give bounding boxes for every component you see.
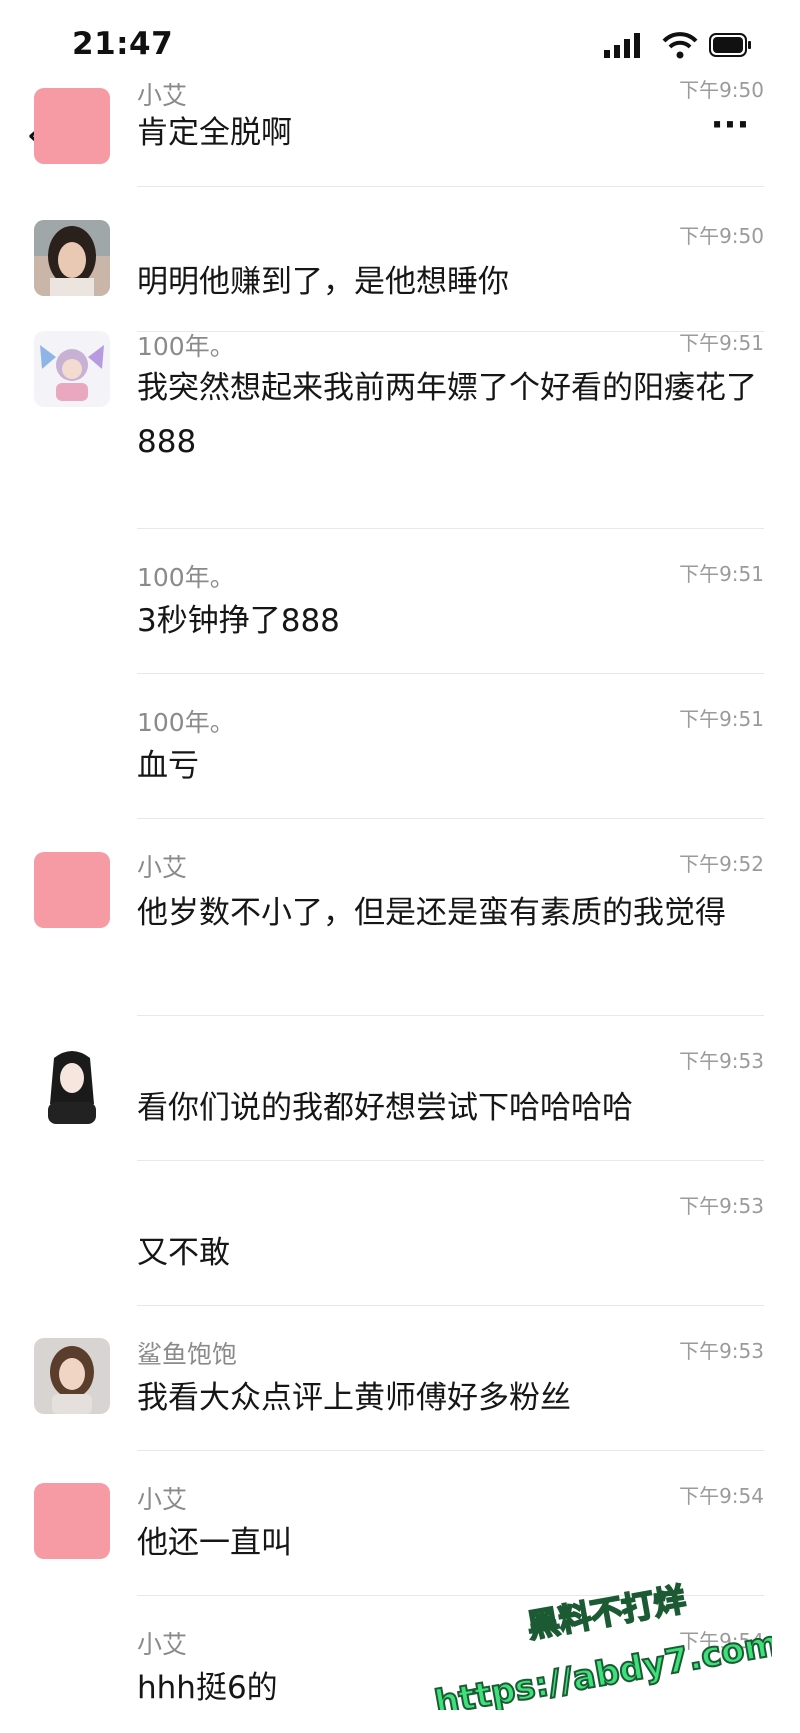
message-time: 下午9:53 <box>679 1049 764 1073</box>
message-text: 我突然想起来我前两年嫖了个好看的阳痿花了888 <box>137 370 757 460</box>
message-text: 我看大众点评上黄师傅好多粉丝 <box>137 1380 571 1416</box>
message-time: 下午9:52 <box>679 852 764 876</box>
message-text: 又不敢 <box>137 1235 230 1271</box>
divider <box>137 1450 764 1451</box>
divider <box>137 1015 764 1016</box>
message-time: 下午9:53 <box>679 1194 764 1218</box>
sender-name: 100年。 <box>137 332 235 361</box>
avatar[interactable] <box>34 220 110 296</box>
avatar[interactable] <box>34 1048 110 1124</box>
status-time: 21:47 <box>72 26 174 62</box>
sender-name: 小艾 <box>137 853 188 882</box>
wifi-icon <box>662 32 698 59</box>
status-bar: 21:47 <box>0 0 800 80</box>
divider <box>137 528 764 529</box>
divider <box>137 186 764 187</box>
message-time: 下午9:50 <box>679 78 764 102</box>
status-icons <box>602 32 752 60</box>
avatar[interactable] <box>34 852 110 928</box>
message-time: 下午9:51 <box>679 707 764 731</box>
message-time: 下午9:53 <box>679 1339 764 1363</box>
message-time: 下午9:51 <box>679 562 764 586</box>
sender-name: 小艾 <box>137 1630 188 1659</box>
divider <box>137 818 764 819</box>
message-text: 看你们说的我都好想尝试下哈哈哈哈 <box>137 1090 633 1126</box>
avatar[interactable] <box>34 331 110 407</box>
divider <box>137 673 764 674</box>
sender-name: 100年。 <box>137 563 235 592</box>
avatar[interactable] <box>34 1338 110 1414</box>
battery-icon <box>709 33 751 57</box>
message-text: 肯定全脱啊 <box>137 115 292 151</box>
sender-name: 小艾 <box>137 1485 188 1514</box>
sender-name: 鲨鱼饱饱 <box>137 1340 238 1369</box>
watermark: 黑料不打烊 https://abdy7.com <box>431 1579 784 1724</box>
message-time: 下午9:54 <box>679 1484 764 1508</box>
divider <box>137 1305 764 1306</box>
avatar[interactable] <box>34 1483 110 1559</box>
message-time: 下午9:50 <box>679 224 764 248</box>
divider <box>137 1160 764 1161</box>
sender-name: 100年。 <box>137 708 235 737</box>
signal-icon <box>604 33 640 58</box>
message-text: 3秒钟挣了888 <box>137 603 340 639</box>
message-text: 血亏 <box>137 748 199 784</box>
watermark-line1: 黑料不打烊 <box>524 1580 688 1645</box>
message-time: 下午9:51 <box>679 331 764 355</box>
watermark-line2: https://abdy7.com <box>432 1624 772 1710</box>
message-text: 明明他赚到了，是他想睡你 <box>137 264 509 300</box>
message-text: 他还一直叫 <box>137 1525 292 1561</box>
avatar[interactable] <box>34 88 110 164</box>
message-text: 他岁数不小了，但是还是蛮有素质的我觉得 <box>137 895 726 931</box>
